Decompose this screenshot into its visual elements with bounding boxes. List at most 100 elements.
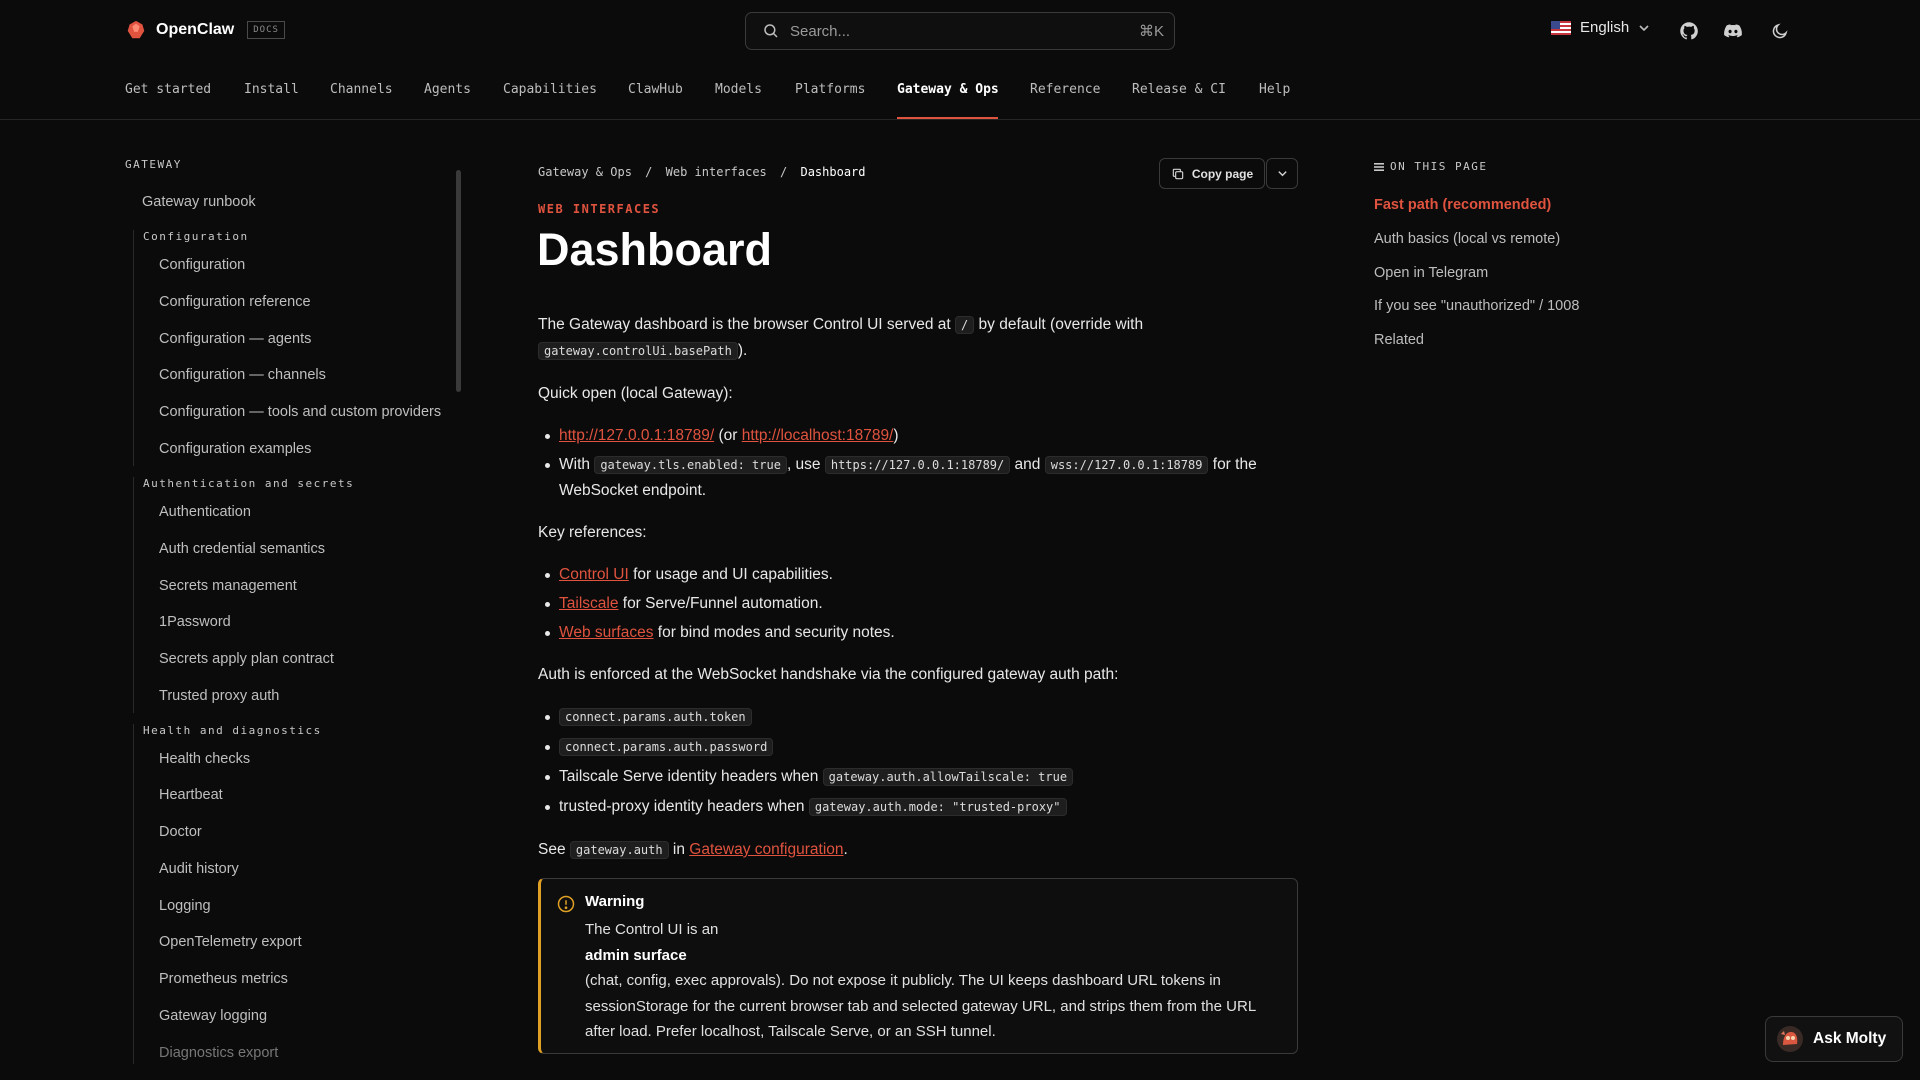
sidebar-item[interactable]: Configuration — tools and custom provide… — [159, 404, 441, 420]
tab-capabilities[interactable]: Capabilities — [503, 82, 597, 97]
sidebar-item[interactable]: Authentication — [159, 504, 251, 520]
tab-release-ci[interactable]: Release & CI — [1132, 82, 1226, 97]
copy-page-button[interactable]: Copy page — [1159, 158, 1265, 189]
us-flag-icon — [1551, 20, 1571, 35]
page-title: Dashboard — [537, 224, 773, 275]
local-ip-link[interactable]: http://127.0.0.1:18789/ — [559, 427, 714, 444]
ask-molty-label: Ask Molty — [1813, 1030, 1887, 1047]
chevron-down-icon — [1639, 24, 1649, 31]
tab-platforms[interactable]: Platforms — [795, 82, 865, 97]
text: Tailscale Serve identity headers when — [559, 768, 823, 785]
language-selector[interactable]: English — [1551, 19, 1650, 36]
sidebar-item[interactable]: Diagnostics export — [159, 1045, 278, 1061]
sidebar-item[interactable]: OpenTelemetry export — [159, 934, 302, 950]
github-link[interactable] — [1677, 19, 1701, 43]
sidebar-scrollbar[interactable] — [456, 170, 461, 392]
sidebar-item[interactable]: Prometheus metrics — [159, 971, 288, 987]
search-icon — [764, 24, 778, 38]
tab-gateway-ops[interactable]: Gateway & Ops — [897, 82, 999, 97]
key-references-heading: Key references: — [538, 524, 647, 541]
breadcrumb-item[interactable]: Gateway & Ops — [538, 165, 632, 179]
brand-name: OpenClaw — [156, 21, 235, 38]
intro-paragraph: The Gateway dashboard is the browser Con… — [538, 312, 1298, 364]
sidebar-item[interactable]: Configuration — agents — [159, 331, 311, 347]
tailscale-link[interactable]: Tailscale — [559, 595, 618, 612]
sidebar-item[interactable]: Doctor — [159, 824, 202, 840]
gateway-configuration-link[interactable]: Gateway configuration — [689, 841, 843, 858]
breadcrumb-item[interactable]: Web interfaces — [666, 165, 767, 179]
theme-toggle[interactable] — [1768, 19, 1792, 43]
inline-code: gateway.auth.allowTailscale: true — [822, 768, 1074, 786]
sidebar-item[interactable]: Configuration examples — [159, 441, 311, 457]
sidebar-guide-line — [133, 230, 134, 466]
auth-paragraph: Auth is enforced at the WebSocket handsh… — [538, 666, 1119, 683]
tab-models[interactable]: Models — [715, 82, 762, 97]
list-item: Control UI for usage and UI capabilities… — [538, 562, 1298, 587]
sidebar-item[interactable]: Logging — [159, 898, 211, 914]
list-item: With gateway.tls.enabled: true, use http… — [538, 452, 1298, 503]
tab-get-started[interactable]: Get started — [125, 82, 211, 97]
list-icon — [1374, 162, 1384, 171]
sidebar-group-configuration[interactable]: Configuration — [143, 230, 249, 243]
toc-item-fast-path[interactable]: Fast path (recommended) — [1374, 197, 1551, 213]
sidebar-item[interactable]: Audit history — [159, 861, 239, 877]
text: With — [559, 456, 595, 473]
inline-code: connect.params.auth.token — [559, 708, 752, 726]
sidebar-group-health[interactable]: Health and diagnostics — [143, 724, 322, 737]
sidebar-item[interactable]: 1Password — [159, 614, 231, 630]
sidebar-group-auth[interactable]: Authentication and secrets — [143, 477, 354, 490]
warning-body: The Control UI is an admin surface (chat… — [585, 917, 1285, 1045]
text: for bind modes and security notes. — [653, 624, 895, 641]
control-ui-link[interactable]: Control UI — [559, 566, 629, 583]
search-bar[interactable]: Search... ⌘K — [745, 12, 1175, 50]
text: ) — [893, 427, 899, 444]
text: by default (override with — [974, 316, 1144, 333]
list-item: Tailscale for Serve/Funnel automation. — [538, 591, 1298, 616]
tab-help[interactable]: Help — [1259, 82, 1290, 97]
toc-item-auth-basics[interactable]: Auth basics (local vs remote) — [1374, 231, 1560, 247]
warning-line: (chat, config, exec approvals). Do not e… — [585, 972, 1256, 1040]
discord-link[interactable] — [1721, 19, 1745, 43]
text: See — [538, 841, 570, 858]
sidebar-item[interactable]: Configuration — [159, 257, 245, 273]
tab-channels[interactable]: Channels — [330, 82, 393, 97]
tab-agents[interactable]: Agents — [424, 82, 471, 97]
ask-molty-button[interactable]: Ask Molty — [1765, 1016, 1903, 1062]
breadcrumb-separator: / — [780, 165, 788, 179]
sidebar-item[interactable]: Health checks — [159, 751, 250, 767]
sidebar-item[interactable]: Secrets apply plan contract — [159, 651, 334, 667]
sidebar-item[interactable]: Secrets management — [159, 578, 297, 594]
breadcrumb-current: Dashboard — [800, 165, 866, 179]
sidebar-item[interactable]: Gateway logging — [159, 1008, 267, 1024]
sidebar-item[interactable]: Configuration — channels — [159, 367, 326, 383]
toc-item-unauthorized[interactable]: If you see "unauthorized" / 1008 — [1374, 298, 1579, 314]
sidebar: GATEWAY Gateway runbook Configuration Co… — [125, 150, 465, 1065]
key-references-list: Control UI for usage and UI capabilities… — [538, 562, 1298, 645]
copy-icon — [1172, 168, 1184, 179]
text: . — [843, 841, 848, 858]
web-surfaces-link[interactable]: Web surfaces — [559, 624, 653, 641]
localhost-link[interactable]: http://localhost:18789/ — [742, 427, 894, 444]
text: ). — [737, 342, 748, 359]
github-icon — [1680, 22, 1698, 40]
list-item: connect.params.auth.password — [538, 734, 1298, 760]
sidebar-item-gateway-runbook[interactable]: Gateway runbook — [142, 194, 256, 210]
sidebar-item[interactable]: Heartbeat — [159, 787, 223, 803]
toc-item-telegram[interactable]: Open in Telegram — [1374, 265, 1488, 281]
warning-icon — [557, 895, 575, 913]
warning-callout: Warning The Control UI is an admin surfa… — [538, 878, 1298, 1054]
sidebar-item[interactable]: Configuration reference — [159, 294, 311, 310]
tab-install[interactable]: Install — [244, 82, 299, 97]
sidebar-item[interactable]: Auth credential semantics — [159, 541, 325, 557]
text: in — [668, 841, 690, 858]
text: for Serve/Funnel automation. — [618, 595, 823, 612]
sidebar-item[interactable]: Trusted proxy auth — [159, 688, 279, 704]
toc-item-related[interactable]: Related — [1374, 332, 1424, 348]
tab-clawhub[interactable]: ClawHub — [628, 82, 683, 97]
tab-reference[interactable]: Reference — [1030, 82, 1100, 97]
inline-code: gateway.controlUi.basePath — [538, 342, 738, 360]
brand-logo[interactable]: OpenClaw DOCS — [125, 19, 285, 41]
chevron-down-icon — [1277, 171, 1287, 177]
list-item: connect.params.auth.token — [538, 704, 1298, 730]
copy-page-menu-button[interactable] — [1266, 158, 1298, 189]
